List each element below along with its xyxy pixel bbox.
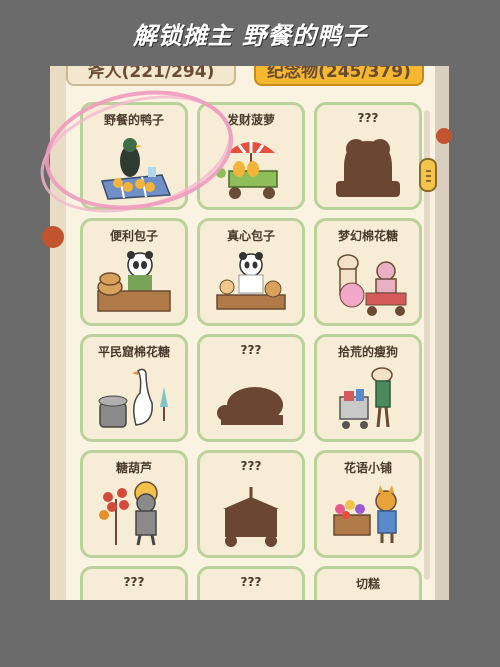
cotton-candy-dogs-icon [337, 254, 407, 316]
locked-silhouette-icon [336, 139, 400, 197]
right-scene-edge [435, 66, 449, 600]
card-title: ??? [240, 575, 262, 589]
card-title: ??? [123, 575, 145, 589]
stall-card-locked[interactable]: ??? [197, 450, 305, 558]
card-title: 花语小铺 [343, 461, 392, 475]
stall-card-locked[interactable]: ??? [314, 102, 422, 210]
stall-card-locked[interactable]: ??? [80, 566, 188, 600]
stall-card-convenience-bun[interactable]: 便利包子 [80, 218, 188, 326]
grip-line [426, 170, 431, 172]
stall-card-locked[interactable]: ??? [197, 334, 305, 442]
scavenger-dog-icon [339, 367, 393, 429]
stall-card-nut-cake[interactable]: 切糕 [314, 566, 422, 600]
scrollbar-thumb[interactable] [419, 158, 437, 192]
grip-line [426, 180, 431, 182]
tab-souvenirs[interactable]: 纪念物(245/379) [254, 66, 424, 86]
goose-cotton-candy-icon [98, 368, 168, 428]
stall-card-locked[interactable]: ??? [197, 566, 305, 600]
card-title: 切糕 [355, 577, 380, 591]
banner-title: 解锁摊主 野餐的鸭子 [132, 22, 368, 50]
stall-card-candied-haws[interactable]: 糖葫芦 [80, 450, 188, 558]
stall-card-dream-cotton-candy[interactable]: 梦幻棉花糖 [314, 218, 422, 326]
locked-silhouette-icon [223, 487, 279, 547]
card-title: 真心包子 [226, 229, 275, 243]
locked-silhouette-icon [217, 387, 283, 425]
flower-shop-icon [333, 485, 397, 543]
stall-card-flower-shop[interactable]: 花语小铺 [314, 450, 422, 558]
grip-line [426, 175, 431, 177]
stall-card-slum-cotton-candy[interactable]: 平民窟棉花糖 [80, 334, 188, 442]
card-title: ??? [357, 111, 379, 125]
decorative-fruit [42, 226, 64, 248]
card-title: 便利包子 [109, 229, 158, 243]
stall-card-scavenger-dog[interactable]: 拾荒的瘦狗 [314, 334, 422, 442]
card-title: 梦幻棉花糖 [337, 229, 398, 243]
card-title: 拾荒的瘦狗 [337, 345, 398, 359]
card-title: ??? [240, 459, 262, 473]
card-title: ??? [240, 343, 262, 357]
tab-stalls[interactable]: 斧人(221/294) [66, 66, 236, 86]
panda-baker-icon [216, 252, 286, 310]
candied-haws-raccoon-icon [99, 481, 158, 546]
panda-bun-stall-icon [97, 251, 171, 312]
decorative-fruit [436, 128, 452, 144]
card-title: 平民窟棉花糖 [97, 345, 170, 359]
stall-card-sincere-bun[interactable]: 真心包子 [197, 218, 305, 326]
card-title: 糖葫芦 [115, 461, 152, 475]
